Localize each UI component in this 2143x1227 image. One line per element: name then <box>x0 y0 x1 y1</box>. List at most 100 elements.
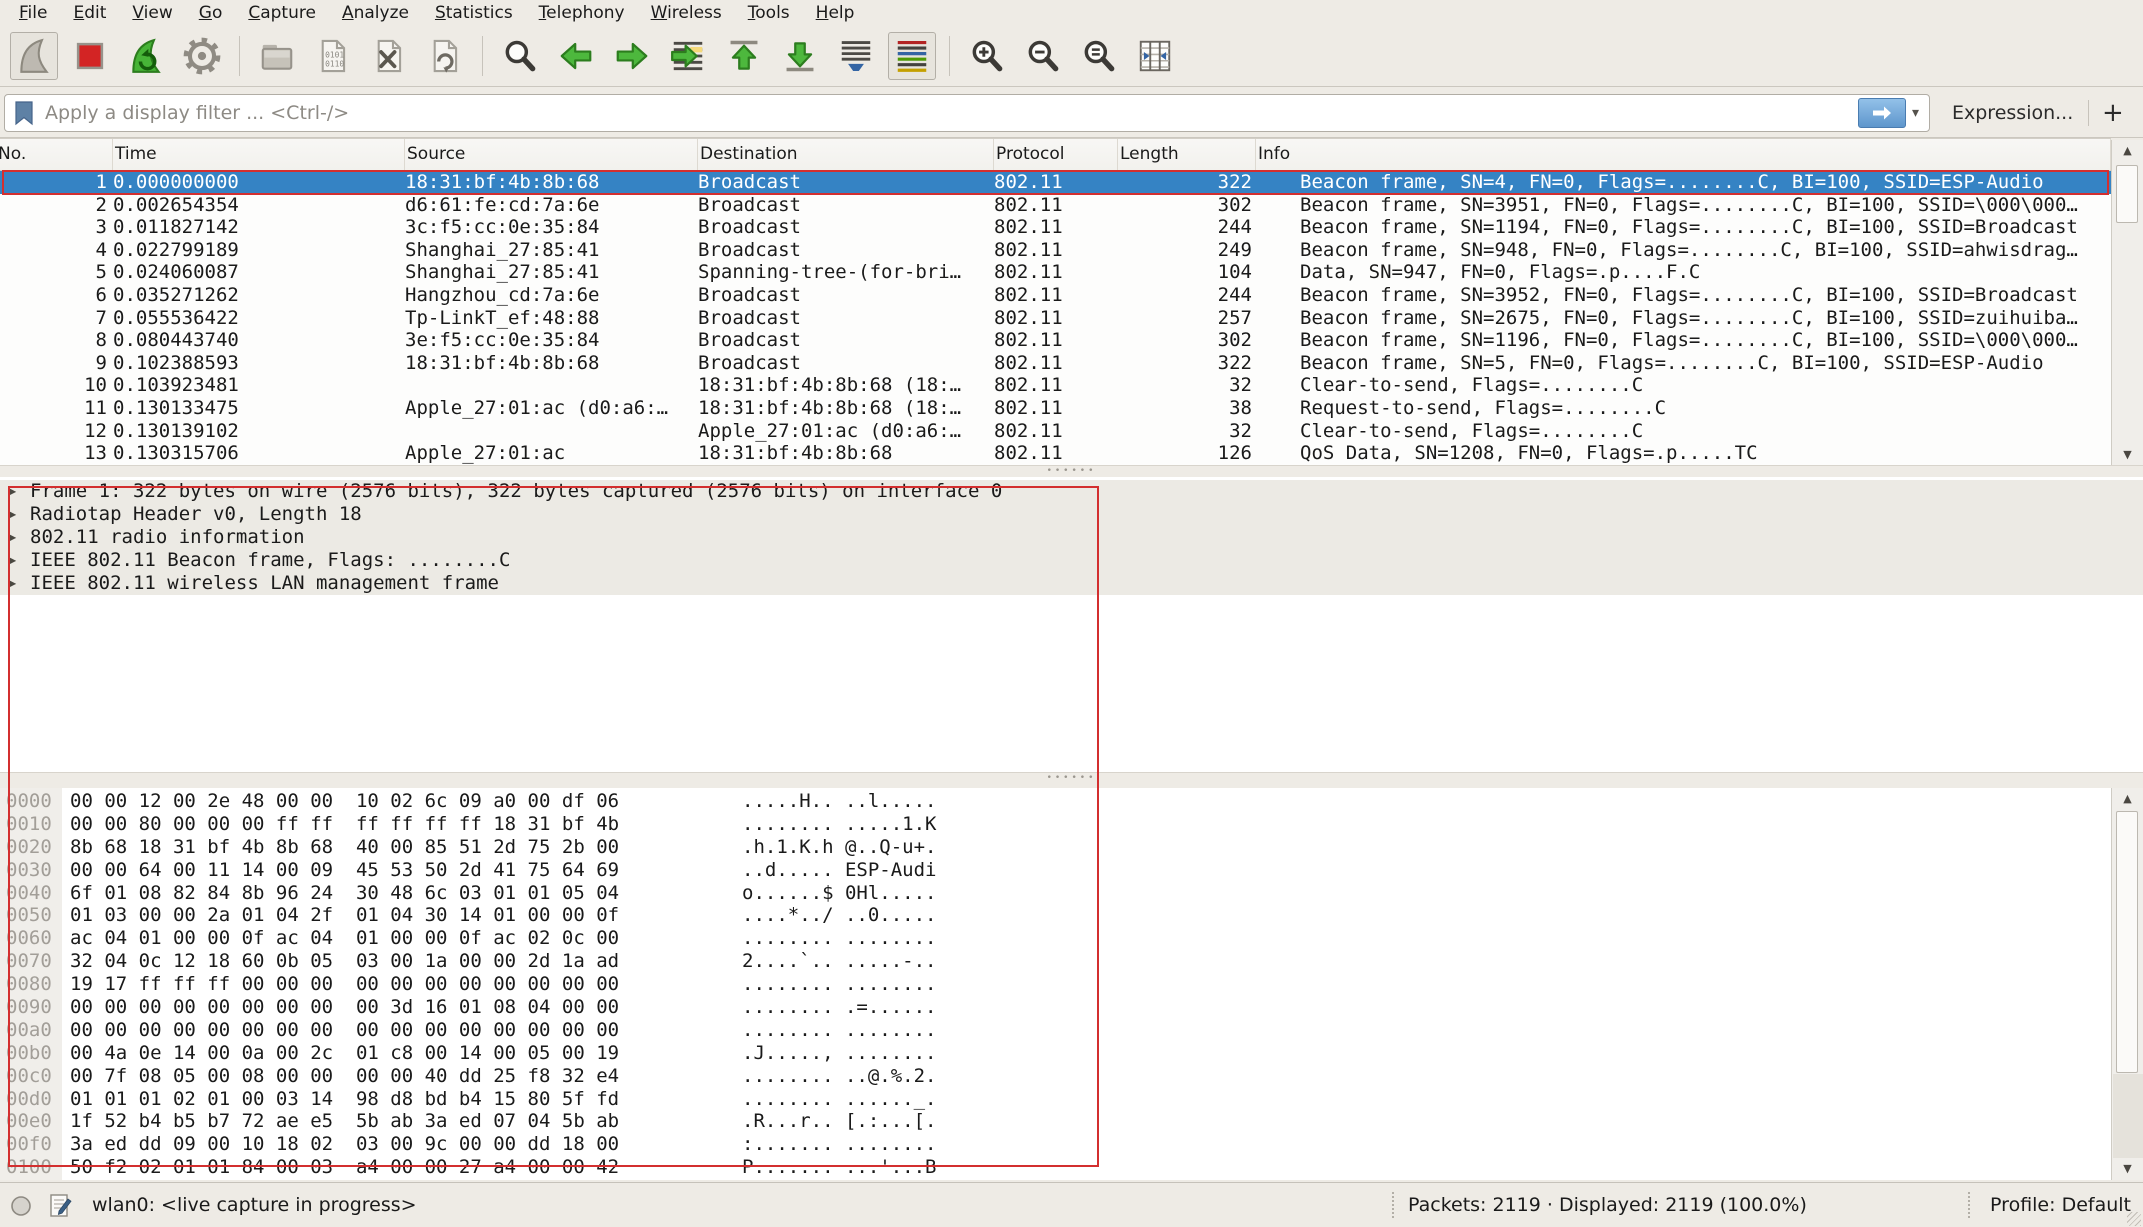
expression-button[interactable]: Expression... <box>1952 97 2073 129</box>
menu-help[interactable]: Help <box>803 0 868 26</box>
scroll-down-icon[interactable]: ▼ <box>2112 444 2143 466</box>
hex-row-00c0[interactable]: 00c000 7f 08 05 00 08 00 00 00 00 40 dd … <box>0 1065 2111 1088</box>
menu-file[interactable]: File <box>6 0 60 26</box>
expand-arrow-icon[interactable]: ▶ <box>9 549 16 572</box>
splitter-bottom[interactable]: •••••• <box>0 772 2143 788</box>
packet-row-11[interactable]: 110.130133475Apple_27:01:ac (d0:a6:…18:3… <box>0 397 2111 420</box>
hex-row-0020[interactable]: 00208b 68 18 31 bf 4b 8b 68 40 00 85 51 … <box>0 836 2111 859</box>
find-packet-button[interactable] <box>496 32 544 80</box>
hex-row-00f0[interactable]: 00f03a ed dd 09 00 10 18 02 03 00 9c 00 … <box>0 1133 2111 1156</box>
scroll-down-icon[interactable]: ▼ <box>2112 1158 2143 1180</box>
packet-row-6[interactable]: 60.035271262Hangzhou_cd:7a:6eBroadcast80… <box>0 284 2111 307</box>
auto-scroll-button[interactable] <box>832 32 880 80</box>
start-capture-button[interactable] <box>10 32 58 80</box>
zoom-out-button[interactable] <box>1019 32 1067 80</box>
details-row-0[interactable]: ▶Frame 1: 322 bytes on wire (2576 bits),… <box>0 480 2143 503</box>
packet-cell-protocol: 802.11 <box>994 374 1118 397</box>
zoom-in-button[interactable] <box>963 32 1011 80</box>
go-forward-button[interactable] <box>608 32 656 80</box>
scroll-up-icon[interactable]: ▲ <box>2112 140 2143 162</box>
go-first-button[interactable] <box>720 32 768 80</box>
menu-view[interactable]: View <box>119 0 185 26</box>
hex-row-00e0[interactable]: 00e01f 52 b4 b5 b7 72 ae e5 5b ab 3a ed … <box>0 1110 2111 1133</box>
save-file-button[interactable]: 0101 0110 <box>309 32 357 80</box>
packet-row-3[interactable]: 30.0118271423c:f5:cc:0e:35:84Broadcast80… <box>0 216 2111 239</box>
capture-comment-icon[interactable] <box>48 1192 72 1219</box>
capture-options-button[interactable] <box>178 32 226 80</box>
column-header-destination[interactable]: Destination <box>698 139 994 170</box>
filter-bookmark-icon[interactable] <box>13 100 35 126</box>
packet-row-10[interactable]: 100.10392348118:31:bf:4b:8b:68 (18:…802.… <box>0 374 2111 397</box>
expand-arrow-icon[interactable]: ▶ <box>9 572 16 595</box>
details-row-4[interactable]: ▶IEEE 802.11 wireless LAN management fra… <box>0 572 2143 595</box>
hex-row-0040[interactable]: 00406f 01 08 82 84 8b 96 24 30 48 6c 03 … <box>0 882 2111 905</box>
display-filter-input[interactable]: Apply a display filter ... <Ctrl-/> ▾ <box>4 94 1930 132</box>
profile-indicator[interactable]: Profile: Default <box>1990 1183 2131 1227</box>
hex-row-0030[interactable]: 003000 00 64 00 11 14 00 09 45 53 50 2d … <box>0 859 2111 882</box>
hex-row-0060[interactable]: 0060ac 04 01 00 00 0f ac 04 01 00 00 0f … <box>0 927 2111 950</box>
column-header-length[interactable]: Length <box>1118 139 1256 170</box>
hex-row-0080[interactable]: 008019 17 ff ff ff 00 00 00 00 00 00 00 … <box>0 973 2111 996</box>
details-row-1[interactable]: ▶Radiotap Header v0, Length 18 <box>0 503 2143 526</box>
menu-go[interactable]: Go <box>186 0 236 26</box>
go-to-packet-button[interactable] <box>664 32 712 80</box>
expand-arrow-icon[interactable]: ▶ <box>9 503 16 526</box>
packet-row-5[interactable]: 50.024060087Shanghai_27:85:41Spanning-tr… <box>0 261 2111 284</box>
go-back-button[interactable] <box>552 32 600 80</box>
filter-dropdown-caret[interactable]: ▾ <box>1912 105 1919 121</box>
column-header-no[interactable]: No. <box>0 139 113 170</box>
column-header-time[interactable]: Time <box>113 139 405 170</box>
hex-row-0090[interactable]: 009000 00 00 00 00 00 00 00 00 3d 16 01 … <box>0 996 2111 1019</box>
hex-row-0010[interactable]: 001000 00 80 00 00 00 ff ff ff ff ff ff … <box>0 813 2111 836</box>
hex-row-0050[interactable]: 005001 03 00 00 2a 01 04 2f 01 04 30 14 … <box>0 904 2111 927</box>
packet-row-12[interactable]: 120.130139102Apple_27:01:ac (d0:a6:…802.… <box>0 420 2111 443</box>
hex-row-0000[interactable]: 000000 00 12 00 2e 48 00 00 10 02 6c 09 … <box>0 790 2111 813</box>
scroll-up-icon[interactable]: ▲ <box>2112 788 2143 810</box>
details-row-3[interactable]: ▶IEEE 802.11 Beacon frame, Flags: ......… <box>0 549 2143 572</box>
packet-list-scrollbar[interactable]: ▲ ▼ <box>2111 140 2143 466</box>
menu-statistics[interactable]: Statistics <box>422 0 526 26</box>
close-file-button[interactable] <box>365 32 413 80</box>
menu-wireless[interactable]: Wireless <box>638 0 735 26</box>
reload-file-button[interactable] <box>421 32 469 80</box>
hex-scroll-thumb[interactable] <box>2116 811 2138 1073</box>
open-file-button[interactable] <box>253 32 301 80</box>
menu-capture[interactable]: Capture <box>235 0 329 26</box>
expand-arrow-icon[interactable]: ▶ <box>9 526 16 549</box>
packet-row-1[interactable]: 10.00000000018:31:bf:4b:8b:68Broadcast80… <box>0 171 2111 194</box>
menu-tools[interactable]: Tools <box>735 0 803 26</box>
go-last-button[interactable] <box>776 32 824 80</box>
window-resize-grip[interactable] <box>2127 1212 2141 1226</box>
apply-filter-button[interactable] <box>1858 98 1906 128</box>
hex-row-0100[interactable]: 010050 f2 02 01 01 84 00 03 a4 00 00 27 … <box>0 1156 2111 1179</box>
packet-row-13[interactable]: 130.130315706Apple_27:01:ac18:31:bf:4b:8… <box>0 442 2111 465</box>
packet-row-2[interactable]: 20.002654354d6:61:fe:cd:7a:6eBroadcast80… <box>0 194 2111 217</box>
hex-row-00b0[interactable]: 00b000 4a 0e 14 00 0a 00 2c 01 c8 00 14 … <box>0 1042 2111 1065</box>
column-header-info[interactable]: Info <box>1256 139 2111 170</box>
colorize-packets-button[interactable] <box>888 32 936 80</box>
expert-info-icon[interactable] <box>10 1195 32 1217</box>
details-row-2[interactable]: ▶802.11 radio information <box>0 526 2143 549</box>
packet-row-7[interactable]: 70.055536422Tp-LinkT_ef:48:88Broadcast80… <box>0 307 2111 330</box>
packet-list-scroll-thumb[interactable] <box>2116 165 2138 223</box>
zoom-original-button[interactable] <box>1075 32 1123 80</box>
hex-scroll-track[interactable] <box>2113 1074 2143 1158</box>
column-header-source[interactable]: Source <box>405 139 698 170</box>
restart-capture-button[interactable] <box>122 32 170 80</box>
hex-row-0070[interactable]: 007032 04 0c 12 18 60 0b 05 03 00 1a 00 … <box>0 950 2111 973</box>
stop-capture-button[interactable] <box>66 32 114 80</box>
packet-row-4[interactable]: 40.022799189Shanghai_27:85:41Broadcast80… <box>0 239 2111 262</box>
hex-row-00a0[interactable]: 00a000 00 00 00 00 00 00 00 00 00 00 00 … <box>0 1019 2111 1042</box>
menu-analyze[interactable]: Analyze <box>329 0 422 26</box>
expand-arrow-icon[interactable]: ▶ <box>9 480 16 503</box>
hex-row-00d0[interactable]: 00d001 01 01 02 01 00 03 14 98 d8 bd b4 … <box>0 1088 2111 1111</box>
packet-row-9[interactable]: 90.10238859318:31:bf:4b:8b:68Broadcast80… <box>0 352 2111 375</box>
hex-scrollbar[interactable]: ▲ ▼ <box>2111 788 2143 1180</box>
splitter-top[interactable]: •••••• <box>0 465 2143 477</box>
menu-edit[interactable]: Edit <box>60 0 119 26</box>
menu-telephony[interactable]: Telephony <box>526 0 638 26</box>
resize-columns-button[interactable] <box>1131 32 1179 80</box>
add-filter-button[interactable]: + <box>2102 92 2124 134</box>
column-header-protocol[interactable]: Protocol <box>994 139 1118 170</box>
packet-row-8[interactable]: 80.0804437403e:f5:cc:0e:35:84Broadcast80… <box>0 329 2111 352</box>
